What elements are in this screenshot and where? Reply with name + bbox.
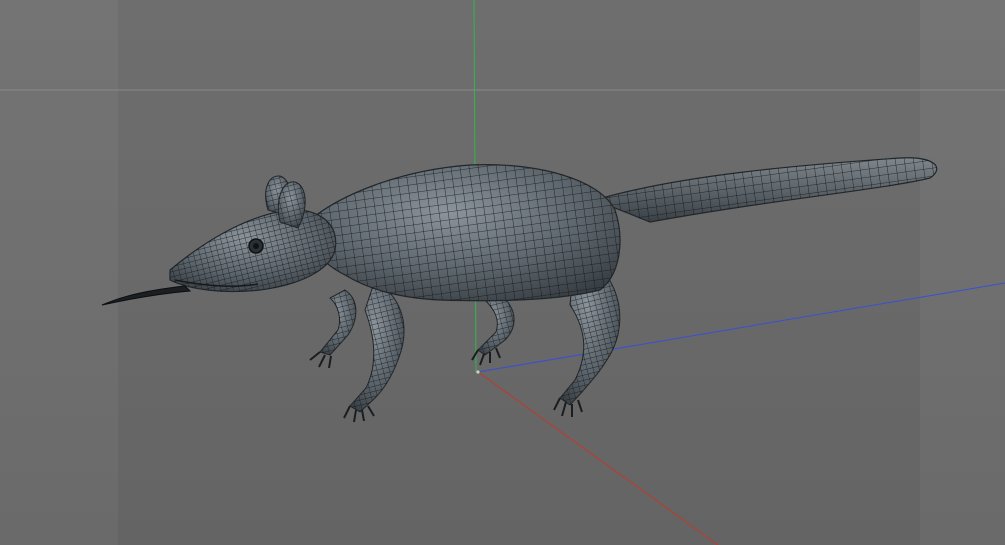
body-mesh[interactable] bbox=[308, 164, 621, 302]
animal-mesh-model[interactable] bbox=[101, 157, 938, 423]
ear-near[interactable] bbox=[277, 181, 306, 229]
tongue-mesh[interactable] bbox=[101, 285, 192, 306]
world-origin-marker bbox=[476, 370, 480, 374]
x-axis-line bbox=[477, 371, 719, 545]
front-leg-far[interactable] bbox=[309, 289, 357, 369]
tail-mesh[interactable] bbox=[593, 157, 938, 223]
rear-leg-far[interactable] bbox=[471, 294, 515, 366]
3d-viewport[interactable] bbox=[0, 0, 1005, 545]
scene-canvas[interactable] bbox=[0, 0, 1005, 545]
eye bbox=[248, 238, 264, 254]
